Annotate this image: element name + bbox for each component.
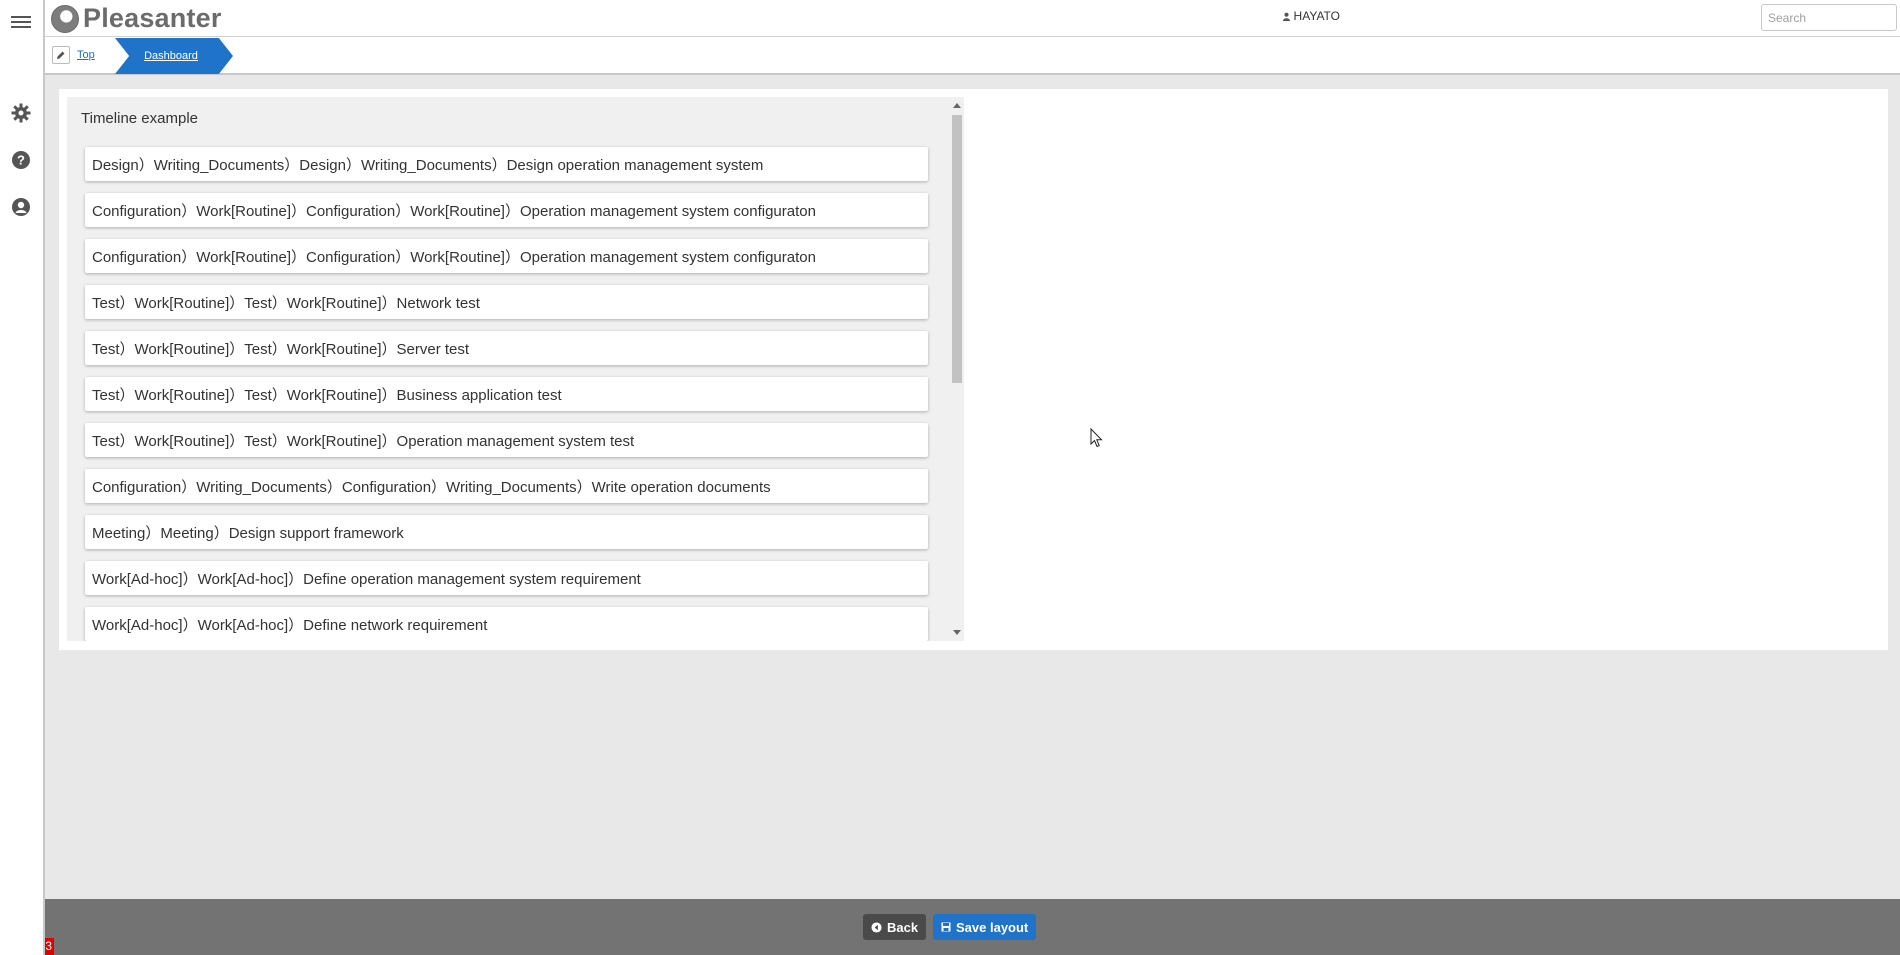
save-layout-label: Save layout (956, 919, 1029, 935)
list-item[interactable]: Design）Writing_Documents）Design）Writing_… (85, 147, 928, 181)
list-item[interactable]: Test）Work[Routine]）Test）Work[Routine]）Op… (85, 423, 928, 457)
app-name: Pleasanter (83, 3, 222, 33)
pencil-icon (57, 51, 65, 59)
svg-text:?: ? (17, 153, 25, 168)
user-icon[interactable] (9, 195, 33, 219)
back-icon (871, 921, 882, 933)
list-item[interactable]: Test）Work[Routine]）Test）Work[Routine]）Se… (85, 331, 928, 365)
edit-breadcrumb-button[interactable] (52, 46, 70, 64)
back-button-label: Back (887, 919, 919, 935)
list-item[interactable]: Work[Ad-hoc]）Work[Ad-hoc]）Define operati… (85, 561, 928, 595)
logo-icon (51, 4, 79, 33)
breadcrumb-top[interactable]: Top (77, 49, 95, 61)
save-layout-button[interactable]: Save layout (933, 914, 1037, 940)
list-item[interactable]: Configuration）Work[Routine]）Configuratio… (85, 239, 928, 273)
widget-scrollbar[interactable] (950, 97, 964, 641)
dashboard-canvas: Timeline example Design）Writing_Document… (59, 89, 1888, 650)
left-rail: ? (0, 0, 45, 955)
user-small-icon (1282, 12, 1290, 21)
mouse-cursor-icon (1090, 427, 1104, 453)
scroll-up-icon[interactable] (953, 103, 961, 108)
timeline-list: Design）Writing_Documents）Design）Writing_… (85, 147, 928, 641)
breadcrumb-dashboard-label: Dashboard (144, 50, 198, 62)
user-menu[interactable]: HAYATO (1282, 9, 1340, 23)
list-item[interactable]: Configuration）Work[Routine]）Configuratio… (85, 193, 928, 227)
footer-toolbar: Back Save layout (45, 899, 1900, 955)
list-item[interactable]: Test）Work[Routine]）Test）Work[Routine]）Bu… (85, 377, 928, 411)
list-item[interactable]: Work[Ad-hoc]）Work[Ad-hoc]）Define network… (85, 607, 928, 641)
help-icon[interactable]: ? (9, 148, 33, 172)
gear-icon[interactable] (9, 101, 33, 125)
list-item[interactable]: Meeting）Meeting）Design support framework (85, 515, 928, 549)
header: Pleasanter HAYATO (45, 0, 1900, 37)
breadcrumb: Top Dashboard (45, 37, 1900, 75)
search-input[interactable] (1761, 4, 1897, 31)
scroll-thumb[interactable] (952, 115, 962, 383)
menu-icon[interactable] (9, 10, 33, 34)
breadcrumb-dashboard[interactable]: Dashboard (115, 38, 233, 74)
timeline-widget: Timeline example Design）Writing_Document… (67, 97, 964, 641)
list-item[interactable]: Test）Work[Routine]）Test）Work[Routine]）Ne… (85, 285, 928, 319)
user-name: HAYATO (1293, 9, 1340, 23)
app-logo[interactable]: Pleasanter (51, 3, 222, 34)
save-icon (941, 922, 951, 932)
scroll-down-icon[interactable] (953, 630, 961, 635)
list-item[interactable]: Configuration）Writing_Documents）Configur… (85, 469, 928, 503)
back-button[interactable]: Back (863, 914, 927, 940)
widget-title: Timeline example (81, 110, 198, 127)
